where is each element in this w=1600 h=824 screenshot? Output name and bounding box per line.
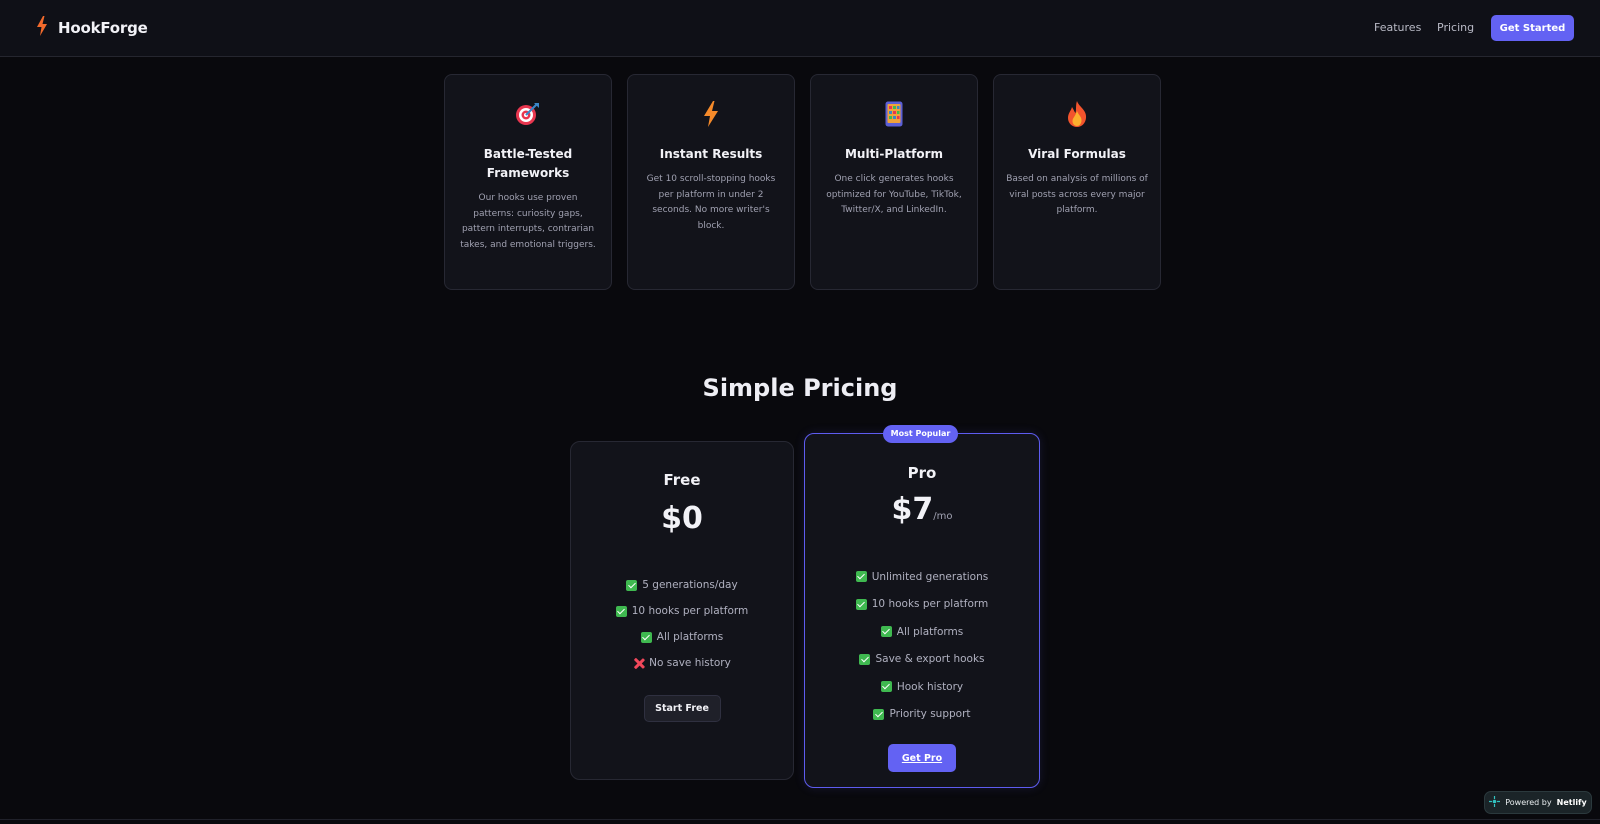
- start-free-button[interactable]: Start Free: [643, 695, 721, 722]
- feature-card: Battle-Tested Frameworks Our hooks use p…: [444, 74, 612, 290]
- checkmark-icon: [873, 708, 885, 720]
- cross-mark-icon: [633, 658, 644, 669]
- plan-feature: Priority support: [805, 701, 1039, 729]
- netlify-prefix: Powered by: [1505, 798, 1552, 807]
- direct-hit-target-icon: [457, 101, 599, 127]
- plan-feature: Unlimited generations: [805, 563, 1039, 591]
- netlify-logo-icon: [1489, 796, 1501, 809]
- powered-by-netlify-badge[interactable]: Powered by Netlify: [1484, 791, 1592, 814]
- plan-feature: Save & export hooks: [805, 646, 1039, 674]
- feature-description: Based on analysis of millions of viral p…: [1006, 174, 1148, 215]
- nav-link-features[interactable]: Features: [1374, 21, 1421, 34]
- checkmark-icon: [615, 605, 627, 617]
- feature-description: Get 10 scroll-stopping hooks per platfor…: [646, 174, 776, 231]
- footer-divider: [0, 819, 1600, 820]
- plan-feature: All platforms: [571, 624, 793, 650]
- plan-feature: No save history: [571, 650, 793, 676]
- feature-title: Viral Formulas: [1028, 147, 1126, 161]
- price-period: /mo: [933, 511, 953, 522]
- plan-feature-list: 5 generations/day 10 hooks per platform …: [571, 572, 793, 676]
- plan-name: Pro: [907, 464, 937, 482]
- pricing-card-pro: Most Popular Pro $7/mo Unlimited generat…: [804, 425, 1040, 788]
- plan-feature: 10 hooks per platform: [571, 598, 793, 624]
- get-pro-button[interactable]: Get Pro: [888, 744, 956, 772]
- plan-price: $0: [661, 501, 703, 536]
- checkmark-icon: [855, 598, 867, 610]
- top-navbar: HookForge Features Pricing Get Started: [0, 0, 1600, 57]
- plan-feature: Hook history: [805, 673, 1039, 701]
- plan-feature: All platforms: [805, 618, 1039, 646]
- feature-card: Multi-Platform One click generates hooks…: [810, 74, 978, 290]
- feature-description: One click generates hooks optimized for …: [826, 174, 962, 215]
- get-started-button[interactable]: Get Started: [1491, 15, 1574, 41]
- checkmark-icon: [640, 631, 652, 643]
- pricing-section-title: Simple Pricing: [702, 374, 898, 402]
- lightning-bolt-icon: [36, 16, 48, 40]
- feature-description: Our hooks use proven patterns: curiosity…: [460, 193, 596, 250]
- checkmark-icon: [880, 681, 892, 693]
- plan-feature: 10 hooks per platform: [805, 591, 1039, 619]
- checkmark-icon: [880, 626, 892, 638]
- plan-feature-list: Unlimited generations 10 hooks per platf…: [805, 563, 1039, 728]
- feature-title: Battle-Tested Frameworks: [483, 147, 573, 180]
- plan-feature: 5 generations/day: [571, 572, 793, 598]
- feature-title: Instant Results: [659, 147, 763, 161]
- lightning-bolt-icon: [640, 101, 782, 127]
- checkmark-icon: [626, 579, 638, 591]
- netlify-name: Netlify: [1556, 798, 1587, 807]
- feature-title: Multi-Platform: [844, 147, 944, 161]
- brand-logo[interactable]: HookForge: [36, 16, 148, 40]
- most-popular-badge: Most Popular: [883, 425, 958, 443]
- feature-card: Instant Results Get 10 scroll-stopping h…: [627, 74, 795, 290]
- feature-card: Viral Formulas Based on analysis of mill…: [993, 74, 1161, 290]
- plan-price-row: $7/mo: [805, 492, 1039, 535]
- brand-name: HookForge: [58, 19, 148, 37]
- nav-link-pricing[interactable]: Pricing: [1437, 21, 1474, 34]
- mobile-phone-icon: [823, 101, 965, 127]
- plan-price: $7: [891, 492, 934, 527]
- checkmark-icon: [859, 653, 871, 665]
- plan-name: Free: [663, 471, 701, 489]
- fire-icon: [1006, 101, 1148, 127]
- pricing-card-free: Free $0 5 generations/day 10 hooks per p…: [570, 441, 794, 780]
- checkmark-icon: [855, 571, 867, 583]
